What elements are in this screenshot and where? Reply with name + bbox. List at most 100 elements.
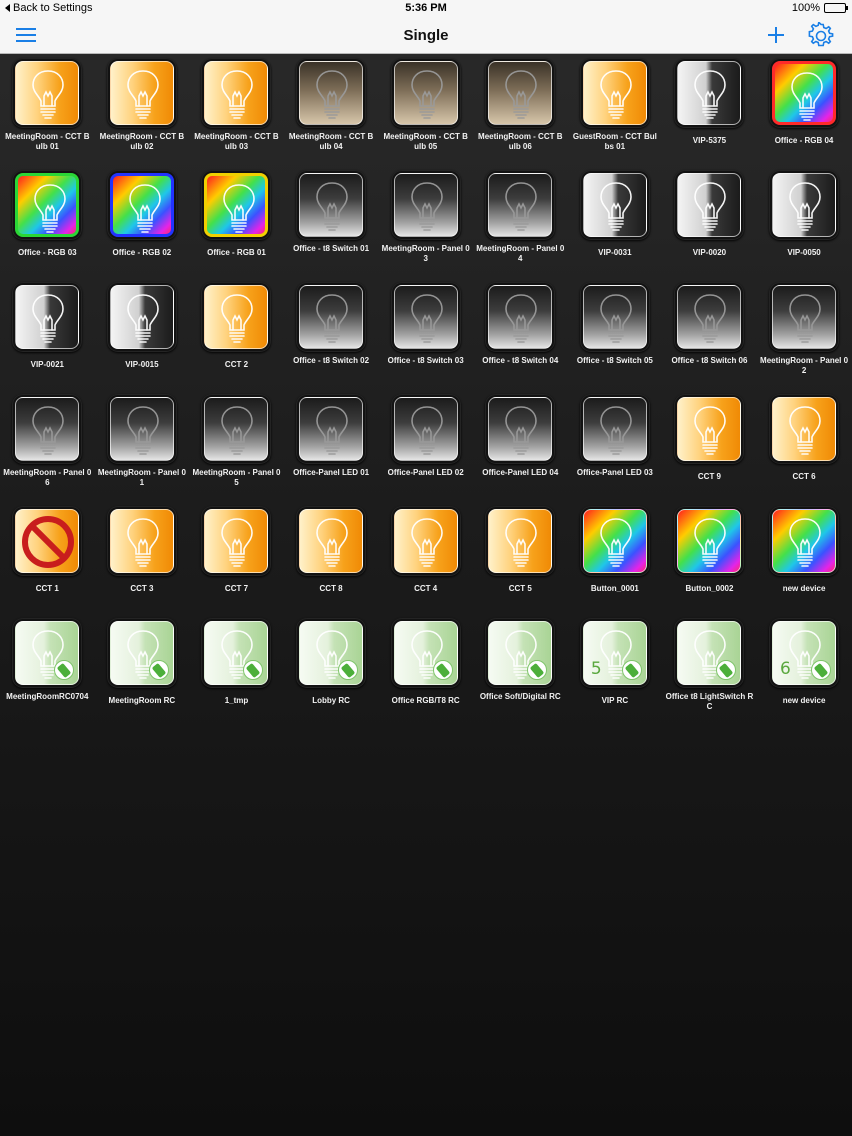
remote-chip-icon xyxy=(432,660,453,680)
device-tile[interactable]: CCT 9 xyxy=(662,394,757,506)
device-tile[interactable]: 1_tmp xyxy=(189,618,284,730)
device-tile[interactable]: Office - t8 Switch 03 xyxy=(378,282,473,394)
device-tile[interactable]: MeetingRoom - Panel 04 xyxy=(473,170,568,282)
device-tile[interactable]: Office - RGB 02 xyxy=(95,170,190,282)
cct-bulb-icon xyxy=(299,509,364,573)
device-tile[interactable]: VIP-0015 xyxy=(95,282,190,394)
device-tile[interactable]: Office - t8 Switch 06 xyxy=(662,282,757,394)
device-tile[interactable]: MeetingRoom - CCT Bulb 01 xyxy=(0,58,95,170)
device-label: VIP-0020 xyxy=(692,248,727,257)
device-tile[interactable]: Office-Panel LED 04 xyxy=(473,394,568,506)
device-icon-frame xyxy=(106,394,177,464)
bulb-icon xyxy=(694,182,727,231)
device-tile[interactable]: VIP-5375 xyxy=(662,58,757,170)
device-label: Office - t8 Switch 05 xyxy=(576,356,653,365)
device-tile[interactable]: CCT 3 xyxy=(95,506,190,618)
device-tile[interactable]: GuestRoom - CCT Bulbs 01 xyxy=(568,58,663,170)
device-tile[interactable]: CCT 7 xyxy=(189,506,284,618)
bulb-icon xyxy=(410,406,443,455)
device-tile[interactable]: MeetingRoom RC xyxy=(95,618,190,730)
device-label: Office t8 LightSwitch RC xyxy=(665,692,754,711)
device-tile[interactable]: Button_0001 xyxy=(568,506,663,618)
plus-icon[interactable] xyxy=(766,25,786,45)
device-icon-frame xyxy=(390,58,461,128)
device-tile[interactable]: MeetingRoom - Panel 01 xyxy=(95,394,190,506)
device-tile[interactable]: Office-Panel LED 03 xyxy=(568,394,663,506)
device-tile[interactable]: Button_0002 xyxy=(662,506,757,618)
battery-status: 100% xyxy=(792,2,848,14)
device-tile[interactable]: Lobby RC xyxy=(284,618,379,730)
battery-icon xyxy=(824,3,848,13)
device-label: MeetingRoom - CCT Bulb 06 xyxy=(478,132,563,151)
device-label: CCT 4 xyxy=(414,584,438,593)
device-tile[interactable]: Office - t8 Switch 01 xyxy=(284,170,379,282)
device-tile[interactable]: Office - RGB 03 xyxy=(0,170,95,282)
device-icon-frame xyxy=(579,506,650,576)
rgb-bulb-icon xyxy=(772,61,837,125)
mono-bulb-icon xyxy=(204,397,269,461)
device-tile[interactable]: CCT 8 xyxy=(284,506,379,618)
remote-chip-icon xyxy=(527,660,548,680)
device-label: MeetingRoom - CCT Bulb 05 xyxy=(383,132,468,151)
device-icon-frame xyxy=(390,170,461,240)
device-tile[interactable]: 5 VIP RC xyxy=(568,618,663,730)
device-icon-frame: 5 xyxy=(579,618,650,688)
device-tile[interactable]: MeetingRoom - Panel 02 xyxy=(757,282,852,394)
device-tile[interactable]: Office - t8 Switch 05 xyxy=(568,282,663,394)
device-tile[interactable]: VIP-0050 xyxy=(757,170,852,282)
device-tile[interactable]: CCT 2 xyxy=(189,282,284,394)
cct-bulb-icon xyxy=(204,509,269,573)
device-label: CCT 3 xyxy=(130,584,154,593)
device-tile[interactable]: 6 new device xyxy=(757,618,852,730)
cct-bulb-icon xyxy=(488,509,553,573)
device-tile[interactable]: new device xyxy=(757,506,852,618)
device-tile[interactable]: Office - RGB 04 xyxy=(757,58,852,170)
rgb-bulb-icon xyxy=(109,173,174,237)
device-tile[interactable]: VIP-0031 xyxy=(568,170,663,282)
device-icon-frame: 6 xyxy=(769,618,840,688)
device-tile[interactable]: MeetingRoom - CCT Bulb 04 xyxy=(284,58,379,170)
device-tile[interactable]: CCT 6 xyxy=(757,394,852,506)
device-tile[interactable]: Office - t8 Switch 02 xyxy=(284,282,379,394)
gear-icon[interactable] xyxy=(807,20,835,50)
device-tile[interactable]: Office-Panel LED 02 xyxy=(378,394,473,506)
device-tile[interactable]: MeetingRoomRC0704 xyxy=(0,618,95,730)
device-tile[interactable]: Office Soft/Digital RC xyxy=(473,618,568,730)
device-tile[interactable]: VIP-0020 xyxy=(662,170,757,282)
device-tile[interactable]: MeetingRoom - Panel 06 xyxy=(0,394,95,506)
device-tile[interactable]: Office - RGB 01 xyxy=(189,170,284,282)
device-tile[interactable]: MeetingRoom - CCT Bulb 03 xyxy=(189,58,284,170)
rgb-bulb-icon xyxy=(15,173,80,237)
device-tile[interactable]: VIP-0021 xyxy=(0,282,95,394)
device-label: Lobby RC xyxy=(312,696,350,705)
mono-bulb-icon xyxy=(677,173,742,237)
remote-icon xyxy=(15,621,80,685)
device-tile[interactable]: CCT 5 xyxy=(473,506,568,618)
device-tile[interactable]: MeetingRoom - CCT Bulb 02 xyxy=(95,58,190,170)
bulb-icon xyxy=(223,184,256,233)
device-grid: MeetingRoom - CCT Bulb 01 MeetingRoom - C… xyxy=(0,58,852,730)
device-label: CCT 7 xyxy=(224,584,249,593)
device-tile[interactable]: MeetingRoom - CCT Bulb 06 xyxy=(473,58,568,170)
device-tile[interactable]: MeetingRoom - CCT Bulb 05 xyxy=(378,58,473,170)
device-tile[interactable]: Office - t8 Switch 04 xyxy=(473,282,568,394)
device-number-badge: 5 xyxy=(590,659,602,679)
mono-bulb-icon xyxy=(488,173,553,237)
device-label: MeetingRoomRC0704 xyxy=(6,692,89,701)
device-label: CCT 2 xyxy=(224,360,249,369)
device-tile[interactable]: MeetingRoom - Panel 03 xyxy=(378,170,473,282)
device-tile[interactable]: CCT 1 xyxy=(0,506,95,618)
mono-bulb-icon xyxy=(109,397,174,461)
device-tile[interactable]: Office RGB/T8 RC xyxy=(378,618,473,730)
device-tile[interactable]: Office t8 LightSwitch RC xyxy=(662,618,757,730)
mono-bulb-icon xyxy=(15,285,80,349)
bulb-icon xyxy=(694,518,727,567)
cct-bulb-icon xyxy=(109,61,174,125)
device-icon-frame xyxy=(201,394,272,464)
device-tile[interactable]: CCT 4 xyxy=(378,506,473,618)
device-label: Office - t8 Switch 04 xyxy=(482,356,559,365)
device-tile[interactable]: Office-Panel LED 01 xyxy=(284,394,379,506)
device-tile[interactable]: MeetingRoom - Panel 05 xyxy=(189,394,284,506)
prohibited-icon xyxy=(22,516,75,568)
bulb-icon xyxy=(505,182,538,231)
